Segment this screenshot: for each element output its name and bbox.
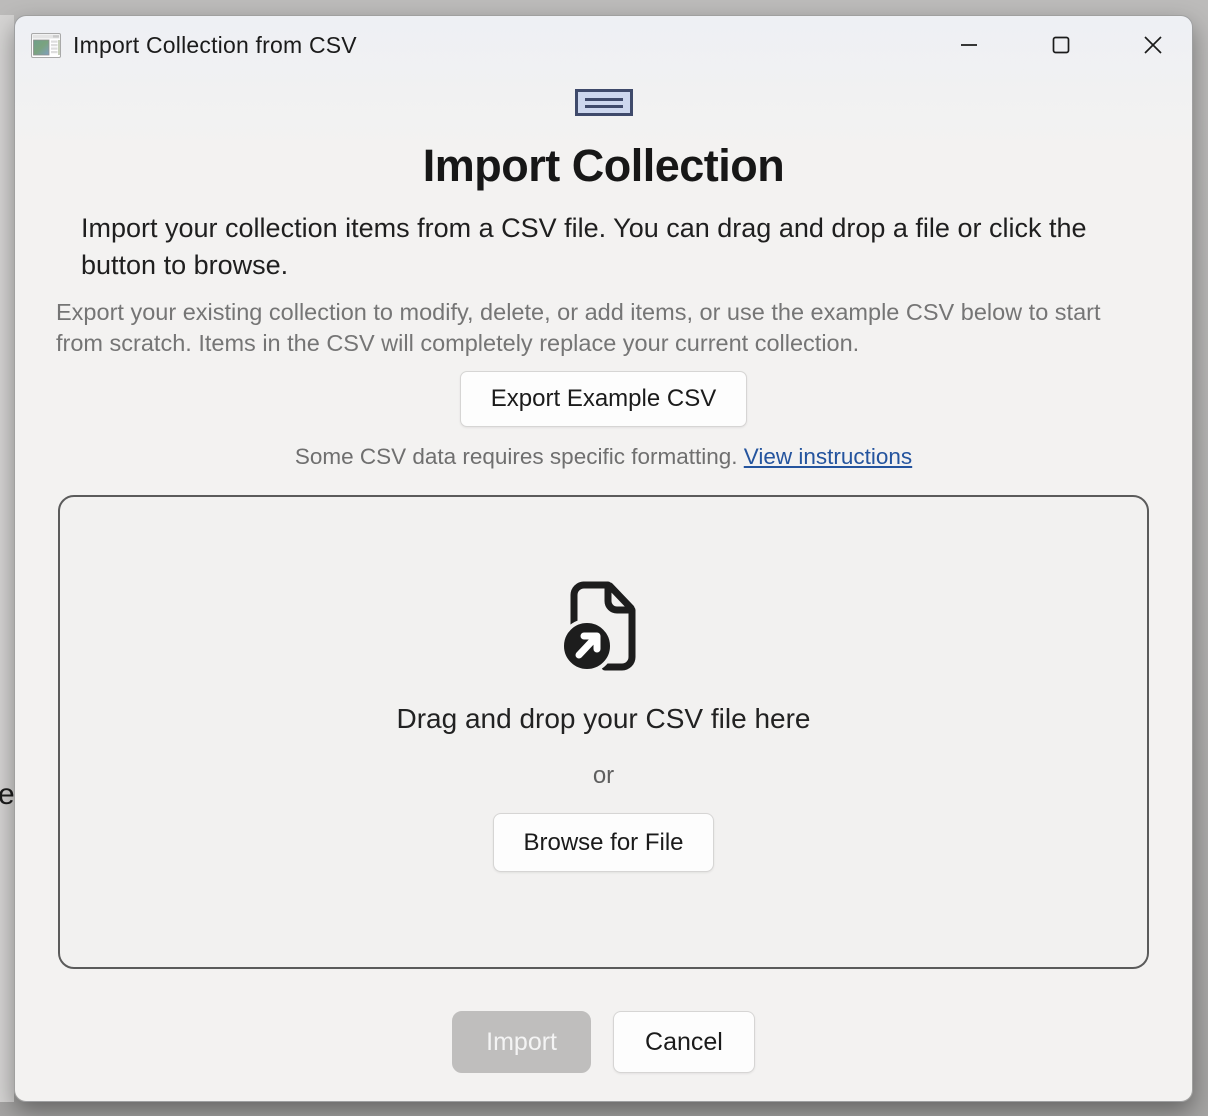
window-title: Import Collection from CSV [73,32,357,59]
export-example-csv-button[interactable]: Export Example CSV [460,371,747,427]
import-description: Import your collection items from a CSV … [81,210,1128,284]
csv-dropzone[interactable]: Drag and drop your CSV file here or Brow… [58,495,1149,969]
maximize-button[interactable] [1030,23,1092,67]
grip-widget[interactable] [575,89,633,116]
format-note: Some CSV data requires specific formatti… [15,444,1192,470]
minimize-button[interactable] [938,23,1000,67]
app-icon [31,33,61,58]
export-hint-text: Export your existing collection to modif… [56,297,1154,359]
dropzone-label: Drag and drop your CSV file here [397,703,811,735]
minimize-icon [958,34,980,56]
browse-for-file-button[interactable]: Browse for File [493,813,713,872]
format-note-text: Some CSV data requires specific formatti… [295,444,744,469]
grip-line [585,98,623,101]
view-instructions-link[interactable]: View instructions [744,444,912,469]
window-controls [908,23,1184,67]
grip-line [585,105,623,108]
close-button[interactable] [1122,23,1184,67]
close-icon [1141,33,1165,57]
titlebar: Import Collection from CSV [15,16,1192,74]
background-window-edge: el [0,15,14,1102]
background-window-partial-text: el [0,778,14,812]
import-collection-dialog: Import Collection from CSV [14,15,1193,1102]
file-upload-icon [554,573,654,677]
dropzone-or-text: or [593,762,614,790]
cancel-button[interactable]: Cancel [613,1011,755,1073]
maximize-icon [1050,34,1072,56]
import-button[interactable]: Import [452,1011,591,1073]
page-title: Import Collection [15,141,1192,191]
dialog-actions: Import Cancel [15,1011,1192,1073]
